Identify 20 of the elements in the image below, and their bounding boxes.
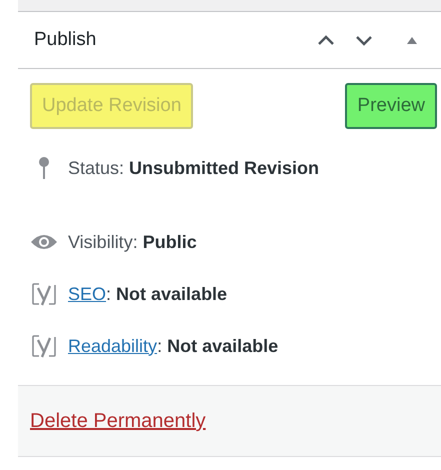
triangle-up-icon — [406, 36, 418, 44]
row-label: Visibility: — [68, 230, 138, 254]
row-punct: : — [157, 334, 162, 358]
eye-icon — [30, 234, 58, 250]
preview-button[interactable]: Preview — [345, 83, 437, 129]
panel-title: Publish — [34, 28, 98, 52]
row-link[interactable]: Readability — [68, 332, 158, 360]
row-value: Not available — [167, 334, 278, 358]
yoast-icon — [31, 282, 57, 306]
row-value: Not available — [116, 282, 228, 306]
row-value: Unsubmitted Revision — [129, 156, 320, 180]
yoast-icon — [31, 334, 57, 358]
chevron-up-icon — [317, 34, 335, 46]
chevron-down-icon — [355, 34, 373, 46]
row-label: Status: — [68, 156, 124, 180]
pin-icon — [38, 156, 50, 180]
row-link[interactable]: SEO — [68, 280, 106, 308]
delete-link[interactable]: Delete Permanently — [30, 406, 206, 436]
row-punct: : — [106, 282, 112, 306]
row-value: Public — [142, 230, 197, 254]
